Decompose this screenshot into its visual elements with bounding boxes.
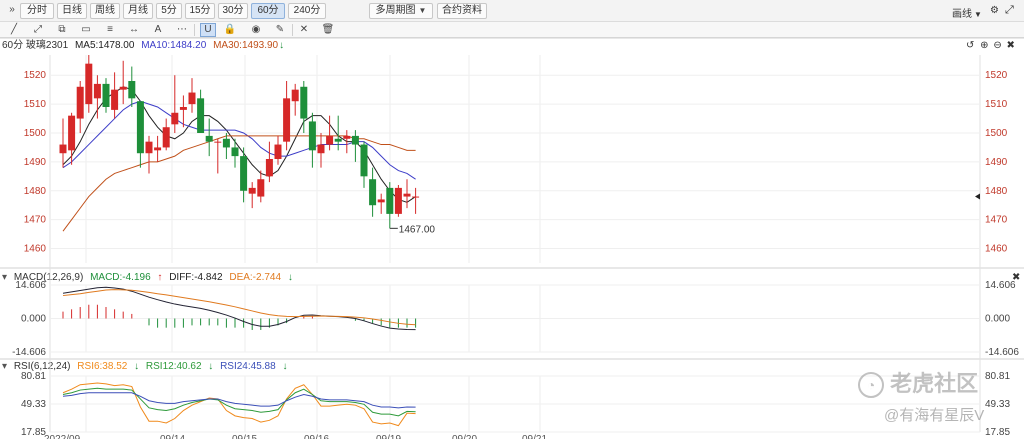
candle-body <box>179 107 187 110</box>
macd-tick-right: 14.606 <box>985 280 1016 291</box>
candle-body <box>76 86 84 119</box>
candle-body <box>377 199 385 203</box>
candle-body <box>300 86 308 119</box>
rsi-tick-right: 17.85 <box>985 427 1010 438</box>
rsi-tick-right: 49.33 <box>985 399 1010 410</box>
candle-body <box>197 98 205 133</box>
candle-body <box>154 147 162 151</box>
candle-body <box>85 63 93 105</box>
candle-body <box>394 187 402 214</box>
candle-body <box>188 92 196 105</box>
price-tick-right: 1490 <box>985 157 1008 168</box>
candle-body <box>326 135 334 145</box>
candle-body <box>93 83 101 99</box>
candle-body <box>291 89 299 102</box>
candle-body <box>145 141 153 154</box>
candle-body <box>334 138 342 142</box>
candle-body <box>257 179 265 197</box>
candle-body <box>343 135 351 139</box>
price-tick-right: 1500 <box>985 128 1008 139</box>
price-tick-left: 1470 <box>24 215 47 226</box>
watermark-brand-text: 老虎社区 <box>890 371 979 396</box>
x-date-label: 09/19 <box>376 434 401 439</box>
x-date-label: 09/15 <box>232 434 257 439</box>
candle-body <box>214 141 222 143</box>
candle-body <box>265 159 273 177</box>
rsi-tick-left: 17.85 <box>21 427 46 438</box>
price-tick-right: 1510 <box>985 99 1008 110</box>
rsi-tick-right: 80.81 <box>985 371 1010 382</box>
candle-body <box>128 81 136 99</box>
min-price-label: 1467.00 <box>399 224 436 235</box>
candle-body <box>162 127 170 148</box>
candle-body <box>240 156 248 191</box>
macd-tick-right: -14.606 <box>985 347 1019 358</box>
price-tick-left: 1500 <box>24 128 47 139</box>
macd-line-diff <box>62 286 416 331</box>
watermark-brand: ◔ 老虎社区 <box>858 366 979 399</box>
candle-body <box>119 86 127 90</box>
candle-body <box>248 187 256 194</box>
price-tick-left: 1460 <box>24 244 47 255</box>
candle-body <box>360 144 368 177</box>
macd-tick-right: 0.000 <box>985 314 1010 325</box>
candle-body <box>274 144 282 159</box>
price-tick-left: 1510 <box>24 99 47 110</box>
price-tick-right: 1460 <box>985 244 1008 255</box>
macd-tick-left: 14.606 <box>15 280 46 291</box>
candle-body <box>222 138 230 148</box>
rsi-tick-left: 80.81 <box>21 371 46 382</box>
tiger-logo-icon: ◔ <box>858 372 884 399</box>
candle-body <box>317 144 325 154</box>
candle-body <box>231 147 239 157</box>
x-date-label: 09/16 <box>304 434 329 439</box>
candle-body <box>68 115 76 151</box>
price-tick-right: 1480 <box>985 186 1008 197</box>
current-price-marker <box>975 193 980 200</box>
price-tick-right: 1520 <box>985 70 1008 81</box>
macd-tick-left: 0.000 <box>21 314 46 325</box>
candle-body <box>403 193 411 197</box>
candle-body <box>283 98 291 142</box>
x-date-label: 09/14 <box>160 434 185 439</box>
rsi-line-rsi24 <box>62 392 416 409</box>
candle-body <box>102 83 110 107</box>
candle-body <box>351 135 359 145</box>
candle-body <box>412 196 420 198</box>
x-date-label: 2022/09 <box>44 434 81 439</box>
candle-body <box>369 179 377 206</box>
candle-body <box>308 121 316 151</box>
macd-tick-left: -14.606 <box>12 347 46 358</box>
price-tick-left: 1490 <box>24 157 47 168</box>
candle-body <box>136 101 144 154</box>
price-tick-right: 1470 <box>985 215 1008 226</box>
candle-body <box>111 89 119 110</box>
x-date-label: 09/20 <box>452 434 477 439</box>
candle-body <box>59 144 67 154</box>
price-tick-left: 1480 <box>24 186 47 197</box>
candle-body <box>386 187 394 214</box>
x-date-label: 09/21 <box>522 434 547 439</box>
candle-body <box>171 112 179 125</box>
watermark-user: @有海有星辰V <box>884 407 985 424</box>
candle-body <box>205 135 213 142</box>
price-tick-left: 1520 <box>24 70 47 81</box>
rsi-tick-left: 49.33 <box>21 399 46 410</box>
